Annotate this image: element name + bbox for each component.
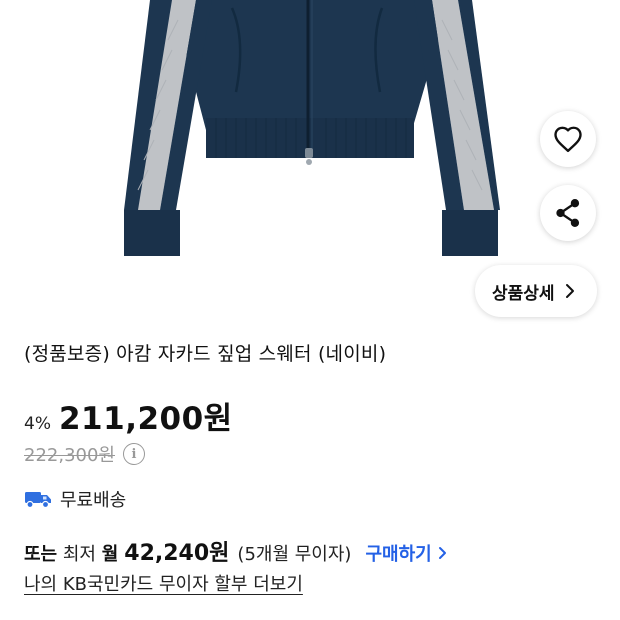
shipping-row: 무료배송	[24, 486, 126, 512]
installment-min-label: 최저	[62, 544, 96, 565]
product-detail-label: 상품상세	[492, 283, 555, 304]
chevron-right-icon	[438, 547, 446, 559]
truck-icon	[25, 492, 51, 509]
share-button[interactable]	[540, 185, 596, 241]
discount-rate: 4%	[24, 414, 51, 434]
shipping-label: 무료배송	[60, 490, 127, 511]
like-button[interactable]	[540, 111, 596, 167]
kb-card-installment-link[interactable]: 나의 KB국민카드 무이자 할부 더보기	[24, 570, 303, 596]
installment-month-label: 월	[101, 544, 119, 565]
heart-icon	[554, 126, 582, 153]
installment-row: 또는 최저 월 42,240원 (5개월 무이자) 구매하기	[24, 535, 447, 567]
product-title: (정품보증) 아캄 자카드 짚업 스웨터 (네이비)	[24, 343, 387, 365]
buy-link[interactable]: 구매하기	[365, 540, 446, 566]
chevron-right-icon	[565, 284, 574, 298]
installment-amount: 42,240원	[124, 541, 230, 566]
buy-link-label: 구매하기	[365, 544, 432, 565]
product-detail-button[interactable]: 상품상세	[475, 265, 597, 317]
installment-terms: (5개월 무이자)	[237, 544, 352, 565]
original-price: 222,300원	[24, 445, 115, 466]
price-row: 4% 211,200원	[24, 393, 233, 438]
share-icon	[556, 199, 580, 227]
sale-price: 211,200원	[58, 401, 233, 437]
original-price-row: 222,300원 i	[24, 441, 145, 467]
installment-prefix: 또는	[24, 544, 58, 565]
info-icon[interactable]: i	[123, 443, 145, 465]
product-image-area: 상품상세	[0, 0, 620, 328]
